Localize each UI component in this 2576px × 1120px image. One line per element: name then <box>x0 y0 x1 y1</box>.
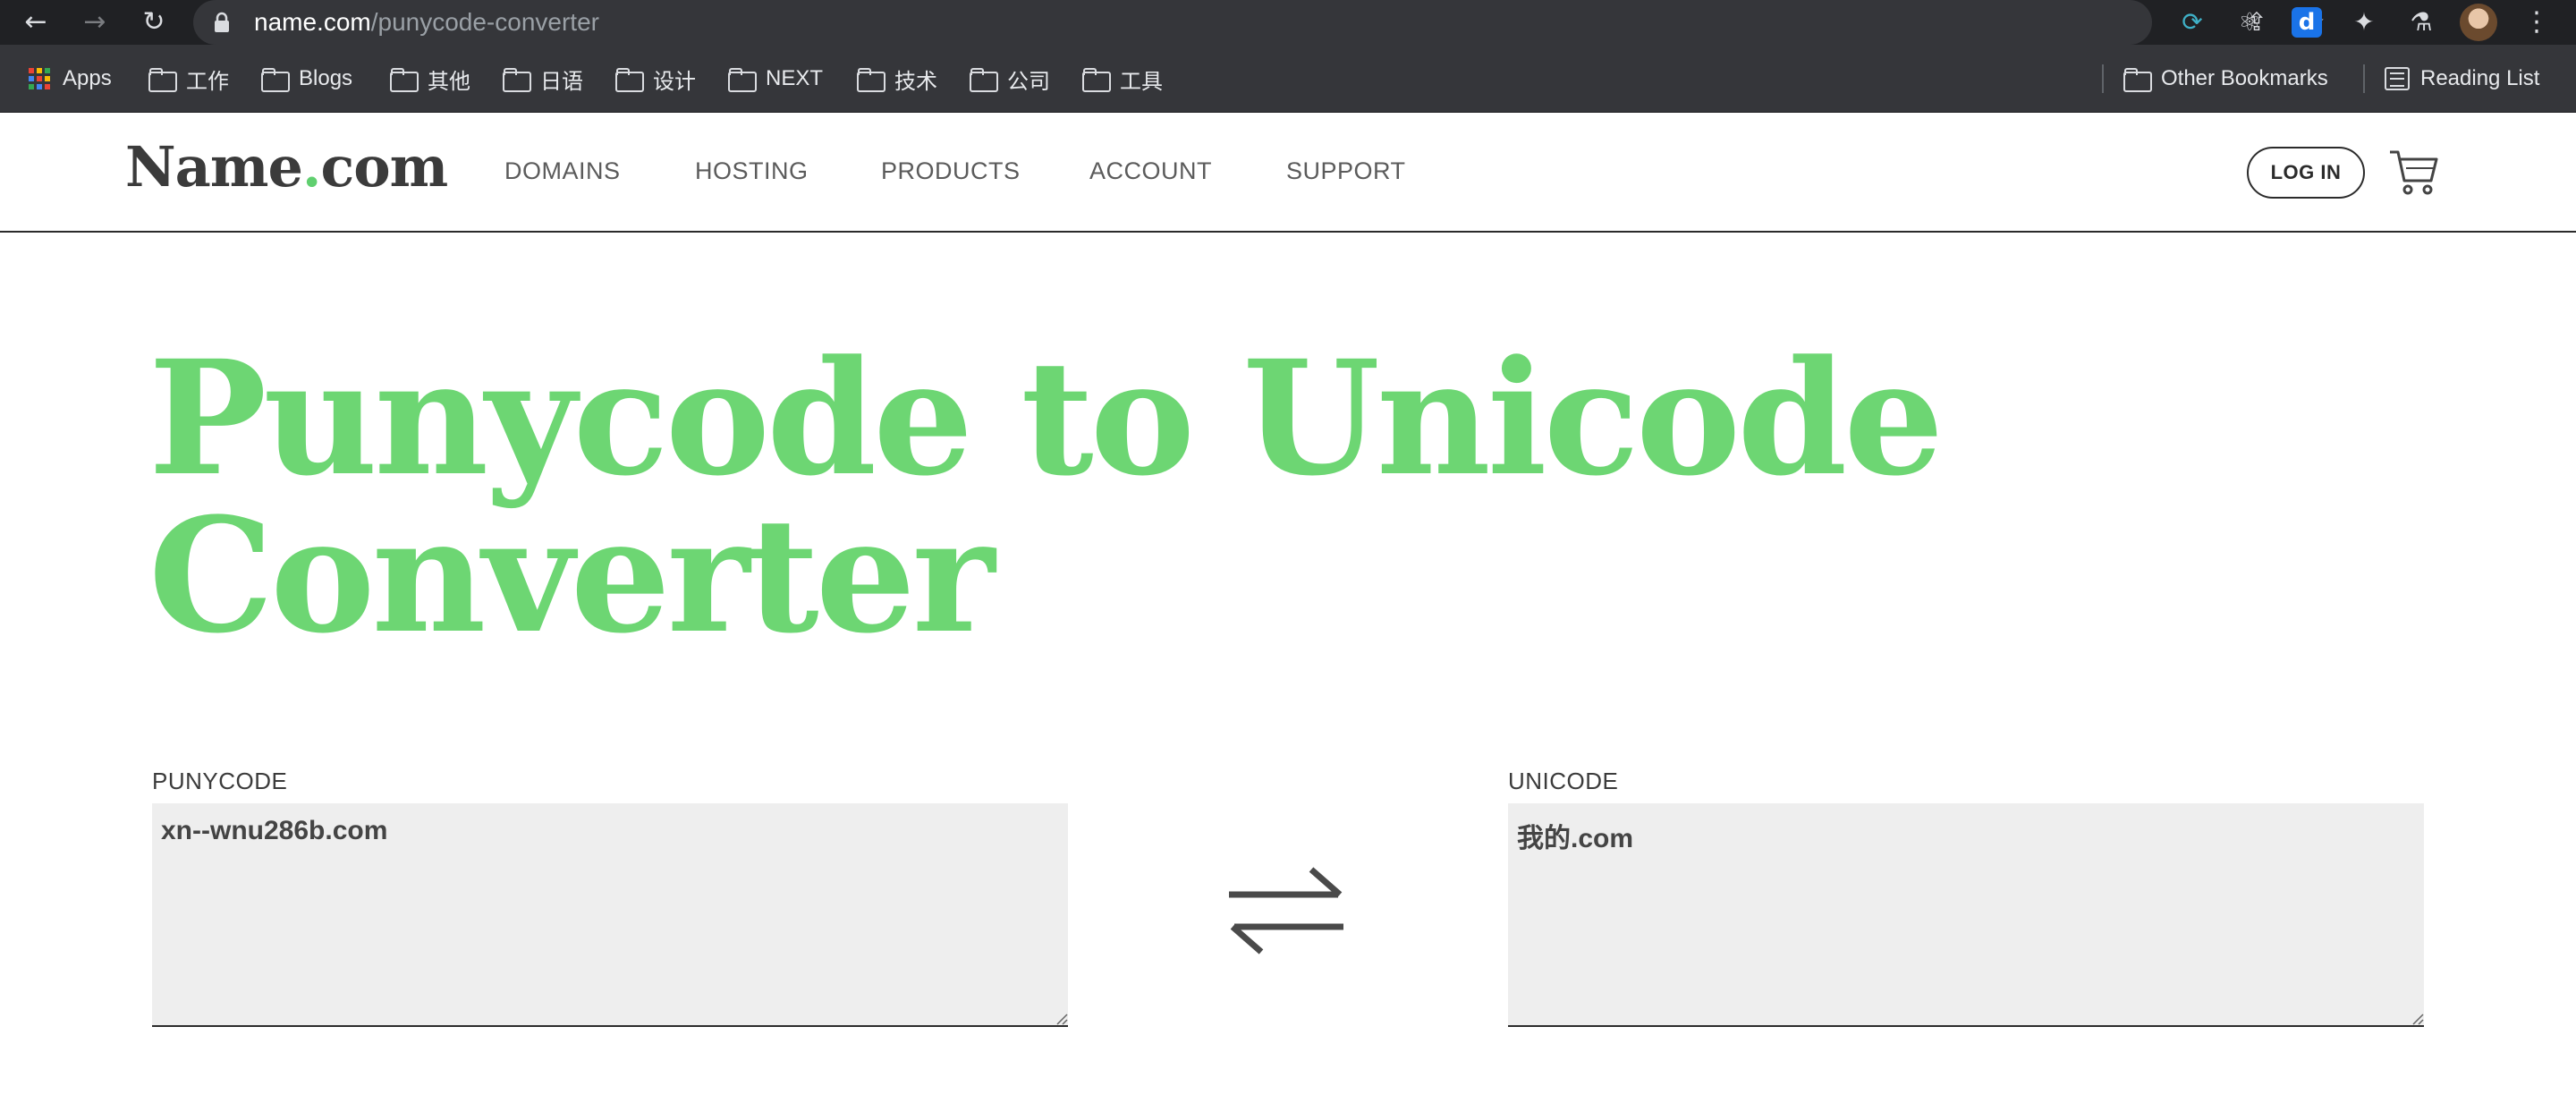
folder-icon <box>857 68 886 92</box>
bookmark-folder[interactable]: 技术 <box>857 45 937 113</box>
folder-icon <box>728 68 757 92</box>
extension-react-icon[interactable]: ⚛ <box>2234 7 2265 38</box>
extension-d-icon[interactable]: d <box>2292 7 2322 38</box>
bookmark-label: 其他 <box>428 69 470 94</box>
bookmark-label: 公司 <box>1007 69 1050 94</box>
nav-domains[interactable]: DOMAINS <box>504 157 621 185</box>
folder-icon <box>261 68 290 92</box>
bookmark-folder[interactable]: 公司 <box>970 45 1050 113</box>
nav-account[interactable]: ACCOUNT <box>1089 157 1212 185</box>
page-title-line2: Converter <box>148 483 995 668</box>
reading-list-label: Reading List <box>2420 66 2540 90</box>
resize-grip-icon[interactable] <box>2408 1009 2424 1025</box>
extension-sync-icon[interactable]: ⟳ <box>2177 7 2207 38</box>
site-logo[interactable]: Name.com <box>125 134 449 199</box>
reading-list[interactable]: Reading List <box>2385 45 2539 113</box>
unicode-input[interactable]: 我的.com <box>1508 803 2424 1027</box>
folder-icon <box>503 68 531 92</box>
login-button[interactable]: LOG IN <box>2247 147 2365 199</box>
forward-arrow-icon[interactable]: → <box>77 5 113 39</box>
extensions-puzzle-icon[interactable]: ✦ <box>2349 7 2379 38</box>
bookmark-label: 工作 <box>186 69 229 94</box>
labs-flask-icon[interactable]: ⚗ <box>2406 7 2436 38</box>
bookmark-other[interactable]: Other Bookmarks <box>2123 45 2328 113</box>
other-bookmarks-label: Other Bookmarks <box>2161 66 2328 90</box>
bookmark-label: 技术 <box>894 69 937 94</box>
bookmarks-bar: Apps 工作 Blogs 其他 日语 设计 NEXT 技术 公司 工具 Oth… <box>0 45 2576 113</box>
url-text[interactable]: name.com/punycode-converter <box>254 7 599 38</box>
apps-grid-icon <box>27 66 52 91</box>
browser-menu-icon[interactable]: ⋮ <box>2521 5 2553 39</box>
bookmark-label: 工具 <box>1120 69 1163 94</box>
bookmark-label: 设计 <box>653 69 696 94</box>
bookmark-folder[interactable]: Blogs <box>261 45 352 113</box>
logo-dot: . <box>301 134 322 199</box>
site-header: Name.com DOMAINS HOSTING PRODUCTS ACCOUN… <box>0 113 2576 233</box>
nav-support[interactable]: SUPPORT <box>1286 157 1406 185</box>
bookmark-folder[interactable]: 其他 <box>390 45 470 113</box>
bookmark-label: Apps <box>63 66 112 90</box>
profile-avatar[interactable] <box>2460 4 2497 41</box>
punycode-input[interactable]: xn--wnu286b.com <box>152 803 1068 1027</box>
url-host: name.com <box>254 8 371 36</box>
bookmark-folder[interactable]: NEXT <box>728 45 823 113</box>
folder-icon <box>390 68 419 92</box>
bookmark-label: 日语 <box>540 69 583 94</box>
bookmark-label: Blogs <box>299 66 353 90</box>
page-title: Punycode to Unicode Converter <box>148 340 2116 655</box>
cart-icon[interactable] <box>2388 147 2440 197</box>
nav-products[interactable]: PRODUCTS <box>881 157 1021 185</box>
bookmark-folder[interactable]: 工作 <box>148 45 229 113</box>
url-path: /punycode-converter <box>370 8 599 36</box>
lock-icon <box>215 12 229 32</box>
reload-icon[interactable]: ↻ <box>136 5 172 39</box>
swap-arrows-icon[interactable] <box>1224 864 1349 957</box>
bookmarks-divider <box>2102 64 2104 93</box>
nav-hosting[interactable]: HOSTING <box>695 157 809 185</box>
logo-tld: com <box>320 134 449 199</box>
address-bar[interactable]: name.com/punycode-converter ⇪ ☆ <box>193 0 2326 45</box>
bookmark-label: NEXT <box>766 66 824 90</box>
bookmark-folder[interactable]: 日语 <box>503 45 583 113</box>
folder-icon <box>970 68 998 92</box>
bookmarks-divider <box>2363 64 2365 93</box>
logo-name: Name <box>125 134 303 199</box>
back-arrow-icon[interactable]: ← <box>18 5 54 39</box>
punycode-label: PUNYCODE <box>152 768 288 794</box>
bookmark-folder[interactable]: 工具 <box>1082 45 1163 113</box>
folder-icon <box>148 68 177 92</box>
reading-list-icon <box>2385 67 2410 90</box>
folder-icon <box>615 68 644 92</box>
folder-icon <box>2123 68 2152 92</box>
resize-grip-icon[interactable] <box>1052 1009 1068 1025</box>
browser-toolbar: ← → ↻ name.com/punycode-converter ⇪ ☆ ⟳ … <box>0 0 2576 45</box>
unicode-label: UNICODE <box>1508 768 1619 794</box>
bookmark-folder[interactable]: 设计 <box>615 45 696 113</box>
bookmark-apps[interactable]: Apps <box>27 45 112 113</box>
folder-icon <box>1082 68 1111 92</box>
